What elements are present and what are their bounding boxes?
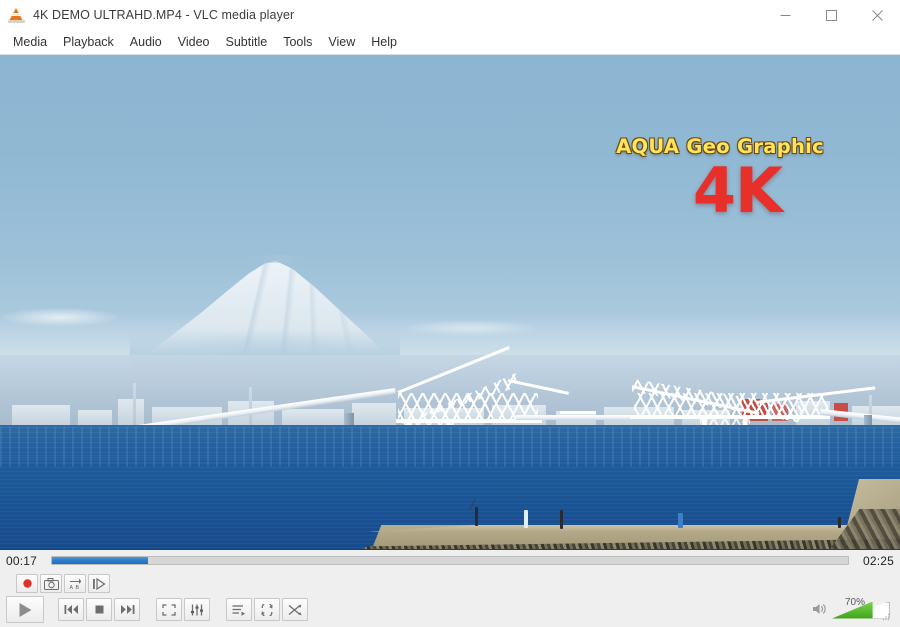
vlc-cone-icon: [7, 6, 25, 24]
view-group: [156, 598, 210, 621]
menu-item-tools[interactable]: Tools: [275, 32, 320, 52]
figure-angler-1: [475, 507, 478, 526]
svg-text:A: A: [70, 585, 74, 590]
title-bar: 4K DEMO ULTRAHD.MP4 - VLC media player: [0, 0, 900, 30]
fullscreen-button[interactable]: [156, 598, 182, 621]
menu-item-playback[interactable]: Playback: [55, 32, 122, 52]
maximize-button[interactable]: [808, 0, 854, 30]
elapsed-time: 00:17: [6, 553, 38, 568]
stop-button[interactable]: [86, 598, 112, 621]
menu-item-subtitle[interactable]: Subtitle: [218, 32, 276, 52]
control-toolbar: A B 70%: [0, 571, 900, 627]
window-controls: [762, 0, 900, 30]
advanced-controls: A B: [16, 574, 894, 593]
playlist-group: [226, 598, 308, 621]
resize-grip-icon: [882, 613, 890, 621]
cloud-right: [380, 317, 560, 339]
figure-angler-3: [560, 510, 563, 529]
extended-settings-button[interactable]: [184, 598, 210, 621]
shuffle-button[interactable]: [282, 598, 308, 621]
volume-slider[interactable]: 70%: [832, 596, 890, 621]
menu-bar: Media Playback Audio Video Subtitle Tool…: [0, 30, 900, 55]
figure-angler-2: [524, 510, 528, 528]
video-surface[interactable]: AQUA Geo Graphic 4K: [0, 55, 900, 549]
menu-item-view[interactable]: View: [320, 32, 363, 52]
transport-group: [58, 598, 140, 621]
watermark-resolution: 4K: [692, 154, 783, 227]
total-time: 02:25: [862, 553, 894, 568]
previous-button[interactable]: [58, 598, 84, 621]
speaker-icon[interactable]: [812, 602, 828, 618]
ab-loop-button[interactable]: A B: [64, 574, 86, 593]
seek-row: 00:17 02:25: [0, 549, 900, 571]
window-title: 4K DEMO ULTRAHD.MP4 - VLC media player: [33, 8, 295, 22]
snapshot-button[interactable]: [40, 574, 62, 593]
record-button[interactable]: [16, 574, 38, 593]
cloud-left: [0, 303, 150, 329]
playlist-button[interactable]: [226, 598, 252, 621]
menu-item-media[interactable]: Media: [5, 32, 55, 52]
seek-progress-fill: [52, 557, 148, 564]
loop-button[interactable]: [254, 598, 280, 621]
play-button[interactable]: [6, 596, 44, 623]
close-button[interactable]: [854, 0, 900, 30]
figure-angler-5: [838, 517, 841, 528]
seek-slider[interactable]: [51, 556, 849, 565]
svg-text:B: B: [76, 585, 80, 590]
minimize-button[interactable]: [762, 0, 808, 30]
figure-angler-4: [678, 513, 683, 528]
volume-label: 70%: [845, 596, 866, 608]
frame-step-button[interactable]: [88, 574, 110, 593]
main-controls: 70%: [6, 596, 894, 623]
next-button[interactable]: [114, 598, 140, 621]
menu-item-help[interactable]: Help: [363, 32, 405, 52]
volume-control[interactable]: 70%: [812, 596, 890, 621]
menu-item-audio[interactable]: Audio: [122, 32, 170, 52]
menu-item-video[interactable]: Video: [170, 32, 218, 52]
vlc-window: 4K DEMO ULTRAHD.MP4 - VLC media player M…: [0, 0, 900, 627]
